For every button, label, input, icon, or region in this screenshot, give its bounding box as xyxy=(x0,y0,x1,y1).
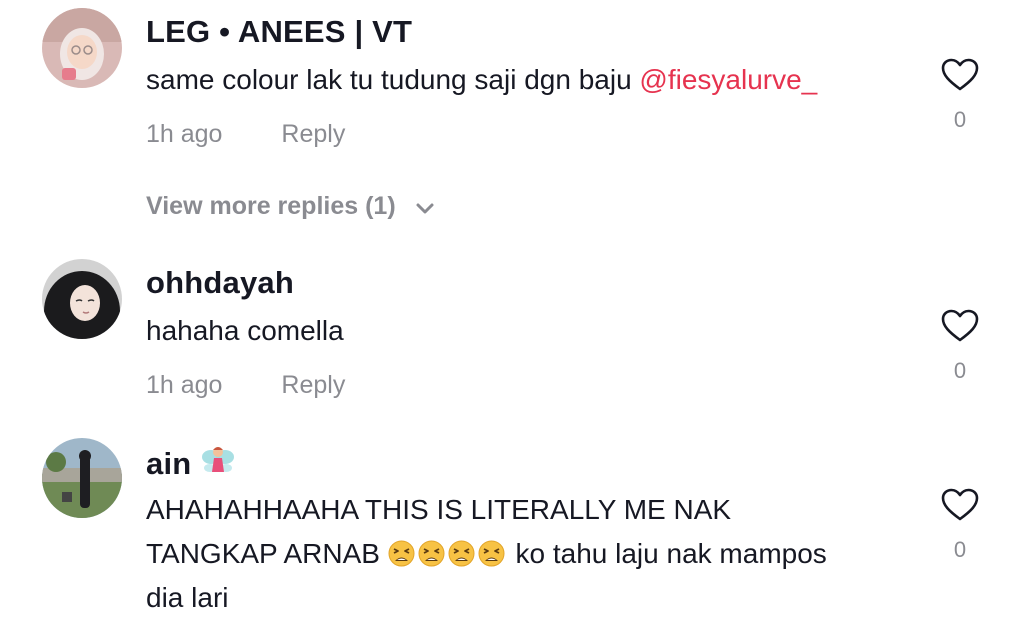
like-button[interactable]: 0 xyxy=(940,58,980,133)
like-button[interactable]: 0 xyxy=(940,488,980,563)
heart-outline-icon xyxy=(941,488,979,521)
fairy-emoji xyxy=(201,444,235,486)
like-button[interactable]: 0 xyxy=(940,309,980,384)
comment-text-segment: ko tahu laju nak mampos xyxy=(515,538,827,569)
comment-text-body: hahaha comella xyxy=(146,315,344,346)
comment-meta: 1h ago Reply xyxy=(146,120,345,149)
comment-text-line: TANGKAP ARNAB ko tahu laju nak mampos xyxy=(146,532,916,576)
tired-face-emoji xyxy=(448,540,475,567)
tired-face-emoji xyxy=(418,540,445,567)
comment-text: same colour lak tu tudung saji dgn baju … xyxy=(146,58,916,102)
comment-username[interactable]: LEG • ANEES | VT xyxy=(146,14,412,50)
comment-username[interactable]: ain xyxy=(146,444,235,486)
view-more-label: View more replies (1) xyxy=(146,192,396,220)
comment-username[interactable]: ohhdayah xyxy=(146,265,294,301)
reply-button[interactable]: Reply xyxy=(281,120,345,148)
comment-text-segment: TANGKAP ARNAB xyxy=(146,538,388,569)
avatar[interactable] xyxy=(42,8,122,88)
tired-face-emoji xyxy=(478,540,505,567)
like-count: 0 xyxy=(953,358,967,383)
avatar[interactable] xyxy=(42,259,122,339)
comment-meta: 1h ago Reply xyxy=(146,371,345,400)
comment-text-body: same colour lak tu tudung saji dgn baju xyxy=(146,64,640,95)
avatar[interactable] xyxy=(42,438,122,518)
comment-timestamp: 1h ago xyxy=(146,120,223,148)
like-count: 0 xyxy=(953,107,967,132)
comment-text: AHAHAHHAAHA THIS IS LITERALLY ME NAK TAN… xyxy=(146,488,916,620)
tired-face-emoji xyxy=(388,540,415,567)
comment-text-line: AHAHAHHAAHA THIS IS LITERALLY ME NAK xyxy=(146,494,732,525)
chevron-down-icon xyxy=(416,203,434,214)
mention-link[interactable]: @fiesyalurve_ xyxy=(639,64,817,95)
heart-outline-icon xyxy=(941,309,979,342)
comment-timestamp: 1h ago xyxy=(146,371,223,399)
comment-text: hahaha comella xyxy=(146,309,916,353)
like-count: 0 xyxy=(953,537,967,562)
view-more-replies-button[interactable]: View more replies (1) xyxy=(146,192,435,221)
reply-button[interactable]: Reply xyxy=(281,371,345,399)
heart-outline-icon xyxy=(941,58,979,91)
username-label: ain xyxy=(146,446,192,481)
comment-text-line: dia lari xyxy=(146,582,229,613)
